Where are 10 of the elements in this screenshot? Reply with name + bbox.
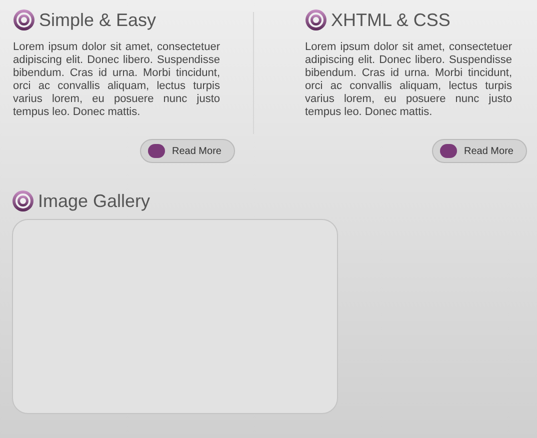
target-icon (12, 190, 34, 212)
target-icon (305, 9, 327, 31)
read-more-button[interactable]: Read More (140, 139, 235, 163)
body-text: Lorem ipsum dolor sit amet, consectetuer adipiscing elit. Donec libero. Suspendisse bibendum. Cras id urna. Morbi tincidunt, orci ac convallis aliquam, lectus turpis varius lorem, eu posuere nunc justo tempus leo. Donec mattis. (13, 41, 220, 119)
read-more-button[interactable]: Read More (432, 139, 527, 163)
section-title: Image Gallery (38, 192, 150, 210)
section-title: Simple & Easy (39, 11, 156, 29)
body-text: Lorem ipsum dolor sit amet, consectetuer adipiscing elit. Donec libero. Suspendisse bibendum. Cras id urna. Morbi tincidunt, orci ac convallis aliquam, lectus turpis varius lorem, eu posuere nunc justo tempus leo. Donec mattis. (305, 41, 512, 119)
section-title: XHTML & CSS (331, 11, 450, 29)
target-icon (13, 9, 35, 31)
